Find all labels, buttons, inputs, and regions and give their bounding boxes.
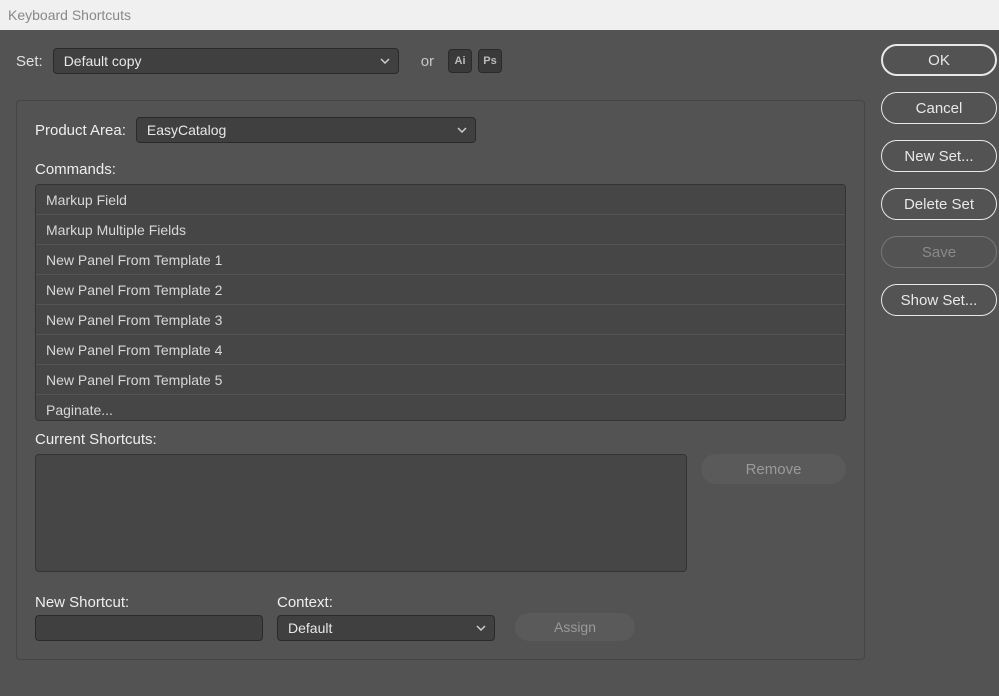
or-label: or bbox=[421, 53, 434, 70]
current-shortcuts-label: Current Shortcuts: bbox=[35, 431, 846, 448]
command-item[interactable]: Paginate... bbox=[36, 395, 845, 421]
command-item[interactable]: Markup Field bbox=[36, 185, 845, 215]
set-dropdown[interactable]: Default copy bbox=[53, 48, 399, 74]
command-item[interactable]: New Panel From Template 4 bbox=[36, 335, 845, 365]
chevron-down-icon bbox=[457, 127, 467, 133]
remove-button: Remove bbox=[701, 454, 846, 484]
titlebar: Keyboard Shortcuts bbox=[0, 0, 999, 30]
product-area-dropdown[interactable]: EasyCatalog bbox=[136, 117, 476, 143]
commands-label: Commands: bbox=[35, 161, 846, 178]
command-item[interactable]: New Panel From Template 5 bbox=[36, 365, 845, 395]
cancel-button[interactable]: Cancel bbox=[881, 92, 997, 124]
command-item[interactable]: New Panel From Template 3 bbox=[36, 305, 845, 335]
delete-set-button[interactable]: Delete Set bbox=[881, 188, 997, 220]
set-label: Set: bbox=[16, 53, 43, 70]
photoshop-icon[interactable]: Ps bbox=[478, 49, 502, 73]
new-set-button[interactable]: New Set... bbox=[881, 140, 997, 172]
set-row: Set: Default copy or Ai Ps bbox=[16, 48, 865, 74]
chevron-down-icon bbox=[476, 625, 486, 631]
assign-button: Assign bbox=[515, 613, 635, 641]
context-label: Context: bbox=[277, 594, 495, 611]
context-dropdown[interactable]: Default bbox=[277, 615, 495, 641]
save-button: Save bbox=[881, 236, 997, 268]
right-button-column: OK Cancel New Set... Delete Set Save Sho… bbox=[881, 44, 997, 660]
show-set-button[interactable]: Show Set... bbox=[881, 284, 997, 316]
window-title: Keyboard Shortcuts bbox=[8, 7, 131, 23]
set-value: Default copy bbox=[64, 53, 142, 69]
command-item[interactable]: New Panel From Template 2 bbox=[36, 275, 845, 305]
product-area-value: EasyCatalog bbox=[147, 122, 226, 138]
ok-button[interactable]: OK bbox=[881, 44, 997, 76]
new-shortcut-input[interactable] bbox=[35, 615, 263, 641]
command-item[interactable]: New Panel From Template 1 bbox=[36, 245, 845, 275]
command-item[interactable]: Markup Multiple Fields bbox=[36, 215, 845, 245]
product-area-label: Product Area: bbox=[35, 122, 126, 139]
current-shortcuts-box[interactable] bbox=[35, 454, 687, 572]
illustrator-icon[interactable]: Ai bbox=[448, 49, 472, 73]
commands-list[interactable]: Markup Field Markup Multiple Fields New … bbox=[35, 184, 846, 421]
context-value: Default bbox=[288, 620, 332, 636]
main-panel: Product Area: EasyCatalog Commands: Mark… bbox=[16, 100, 865, 660]
new-shortcut-label: New Shortcut: bbox=[35, 594, 263, 611]
chevron-down-icon bbox=[380, 58, 390, 64]
